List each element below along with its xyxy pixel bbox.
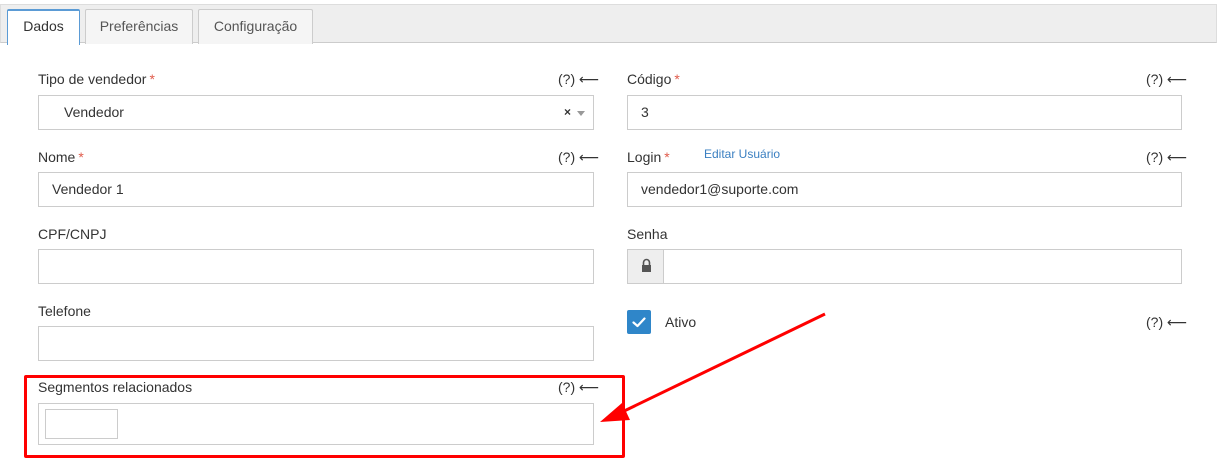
cpf-cnpj-label: CPF/CNPJ — [38, 226, 107, 242]
editar-usuario-link[interactable]: Editar Usuário — [704, 147, 780, 161]
nome-label-text: Nome — [38, 149, 76, 165]
tab-bar: Dados Preferências Configuração — [0, 4, 1217, 45]
ativo-checkbox[interactable] — [627, 310, 651, 334]
clear-icon[interactable]: × — [564, 96, 571, 129]
help-toggle-tipo-vendedor[interactable]: (?) ⟵ — [558, 71, 599, 87]
login-input[interactable]: vendedor1@suporte.com — [627, 172, 1182, 207]
codigo-label-text: Código — [627, 71, 672, 87]
nome-input[interactable]: Vendedor 1 — [38, 172, 594, 207]
required-mark: * — [664, 149, 670, 165]
ativo-label: Ativo — [665, 314, 697, 330]
help-toggle-ativo[interactable]: (?) ⟵ — [1146, 314, 1187, 330]
login-label-text: Login — [627, 149, 662, 165]
segmentos-label: Segmentos relacionados — [38, 379, 193, 395]
help-toggle-login[interactable]: (?) ⟵ — [1146, 149, 1187, 165]
tipo-vendedor-select[interactable]: Vendedor × — [38, 95, 594, 130]
tab-configuracao[interactable]: Configuração — [198, 9, 313, 44]
codigo-label: Código * — [627, 71, 680, 87]
telefone-label: Telefone — [38, 303, 91, 319]
telefone-input[interactable] — [38, 326, 594, 361]
senha-input[interactable] — [627, 249, 1182, 284]
tipo-vendedor-value: Vendedor — [64, 104, 124, 120]
required-mark: * — [78, 149, 84, 165]
cpf-cnpj-input[interactable] — [38, 249, 594, 284]
help-toggle-codigo[interactable]: (?) ⟵ — [1146, 71, 1187, 87]
tipo-vendedor-label: Tipo de vendedor * — [38, 71, 155, 87]
tipo-vendedor-label-text: Tipo de vendedor — [38, 71, 147, 87]
login-label: Login * — [627, 149, 670, 165]
lock-icon — [642, 258, 651, 272]
help-toggle-segmentos[interactable]: (?) ⟵ — [558, 379, 599, 395]
seller-form-page: Dados Preferências Configuração Tipo de … — [0, 0, 1219, 463]
tab-preferencias[interactable]: Preferências — [85, 9, 193, 44]
senha-label: Senha — [627, 226, 668, 242]
required-mark: * — [149, 71, 155, 87]
password-addon — [628, 250, 664, 283]
segmentos-multiselect[interactable] — [38, 403, 594, 445]
check-icon — [632, 317, 646, 328]
help-toggle-nome[interactable]: (?) ⟵ — [558, 149, 599, 165]
segmentos-search-input[interactable] — [45, 409, 118, 439]
tab-dados[interactable]: Dados — [7, 9, 80, 45]
required-mark: * — [674, 71, 680, 87]
codigo-input[interactable]: 3 — [627, 95, 1182, 130]
chevron-down-icon[interactable] — [577, 111, 585, 116]
nome-label: Nome * — [38, 149, 84, 165]
